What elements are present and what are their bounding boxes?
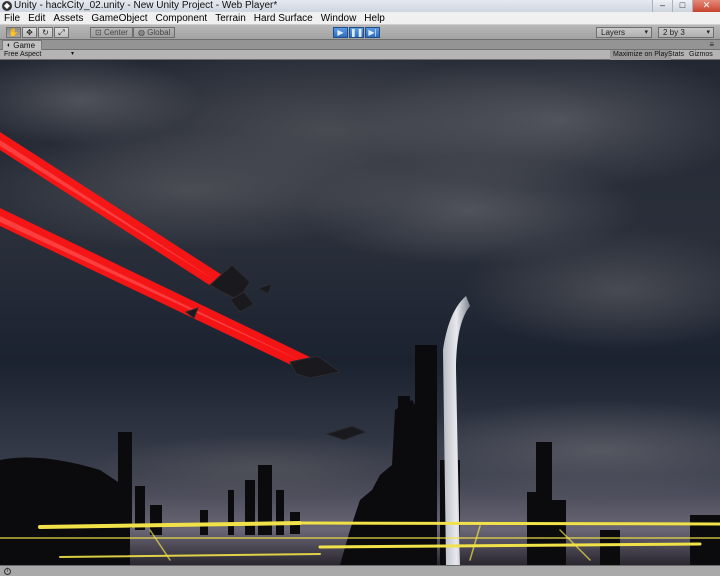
rotate-tool-button[interactable]: ↻ (38, 27, 53, 38)
menu-component[interactable]: Component (156, 13, 208, 24)
menu-bar: File Edit Assets GameObject Component Te… (0, 12, 720, 25)
game-scene (0, 60, 720, 565)
menu-edit[interactable]: Edit (28, 13, 45, 24)
info-icon[interactable]: i (4, 568, 11, 575)
window-title-bar: ◆ Unity - hackCity_02.unity - New Unity … (0, 0, 720, 12)
playback-controls: ▶ ❚❚ ▶| (333, 27, 381, 38)
play-button[interactable]: ▶ (333, 27, 348, 38)
gizmos-toggle[interactable]: Gizmos (686, 50, 716, 60)
pivot-global-button[interactable]: ◍ Global (132, 27, 176, 38)
menu-file[interactable]: File (4, 13, 20, 24)
pivot-label: Center (103, 28, 128, 37)
move-tool-button[interactable]: ✥ (22, 27, 37, 38)
layers-label: Layers (601, 28, 626, 37)
move-icon: ✥ (26, 28, 33, 37)
step-icon: ▶| (368, 28, 377, 37)
menu-gameobject[interactable]: GameObject (91, 13, 147, 24)
pivot-tools: ⊡ Center ◍ Global (90, 27, 176, 38)
window-title: Unity - hackCity_02.unity - New Unity Pr… (14, 0, 278, 11)
layers-dropdown[interactable]: Layers ▾ (596, 27, 652, 38)
tab-game[interactable]: ◐ Game (2, 40, 43, 50)
minimize-button[interactable]: – (652, 0, 672, 12)
pause-button[interactable]: ❚❚ (349, 27, 364, 38)
status-bar: i (0, 565, 720, 576)
transform-tools: ✋ ✥ ↻ ⤢ (6, 27, 70, 38)
tab-game-label: Game (13, 41, 36, 50)
aspect-dropdown[interactable]: Free Aspect ▾ (4, 50, 74, 59)
rotate-icon: ↻ (42, 28, 49, 37)
menu-help[interactable]: Help (364, 13, 385, 24)
window-controls: – □ ✕ (652, 0, 720, 12)
stats-toggle[interactable]: Stats (665, 50, 687, 60)
layout-dropdown[interactable]: 2 by 3 ▾ (658, 27, 714, 38)
pivot-icon: ⊡ (95, 28, 102, 37)
chevron-down-icon: ▾ (644, 29, 648, 36)
play-icon: ▶ (337, 28, 344, 37)
game-icon: ◐ (7, 42, 12, 49)
scale-icon: ⤢ (58, 28, 65, 37)
game-toolbar: Free Aspect ▾ Maximize on Play Stats Giz… (0, 50, 720, 60)
chevron-down-icon: ▾ (706, 29, 710, 36)
maximize-button[interactable]: □ (672, 0, 692, 12)
chevron-down-icon: ▾ (70, 51, 74, 57)
maximize-on-play-toggle[interactable]: Maximize on Play (610, 50, 671, 60)
panel-menu-icon[interactable]: ≡ (709, 40, 714, 49)
hand-tool-button[interactable]: ✋ (6, 27, 21, 38)
pivot-center-button[interactable]: ⊡ Center (90, 27, 133, 38)
scale-tool-button[interactable]: ⤢ (54, 27, 69, 38)
menu-assets[interactable]: Assets (53, 13, 83, 24)
close-button[interactable]: ✕ (692, 0, 720, 12)
main-toolbar: ✋ ✥ ↻ ⤢ ⊡ Center ◍ Global ▶ ❚❚ ▶| Layers… (0, 25, 720, 40)
layout-label: 2 by 3 (663, 28, 685, 37)
pause-icon: ❚❚ (350, 28, 364, 37)
hand-icon: ✋ (8, 28, 19, 37)
game-viewport[interactable] (0, 60, 720, 565)
game-panel-tabbar: ◐ Game ≡ (0, 40, 720, 50)
menu-terrain[interactable]: Terrain (215, 13, 246, 24)
menu-window[interactable]: Window (321, 13, 357, 24)
menu-hard-surface[interactable]: Hard Surface (254, 13, 313, 24)
step-button[interactable]: ▶| (365, 27, 380, 38)
globe-icon: ◍ (137, 28, 145, 37)
space-label: Global (147, 28, 171, 37)
aspect-label: Free Aspect (4, 51, 42, 58)
unity-icon: ◆ (2, 1, 12, 11)
